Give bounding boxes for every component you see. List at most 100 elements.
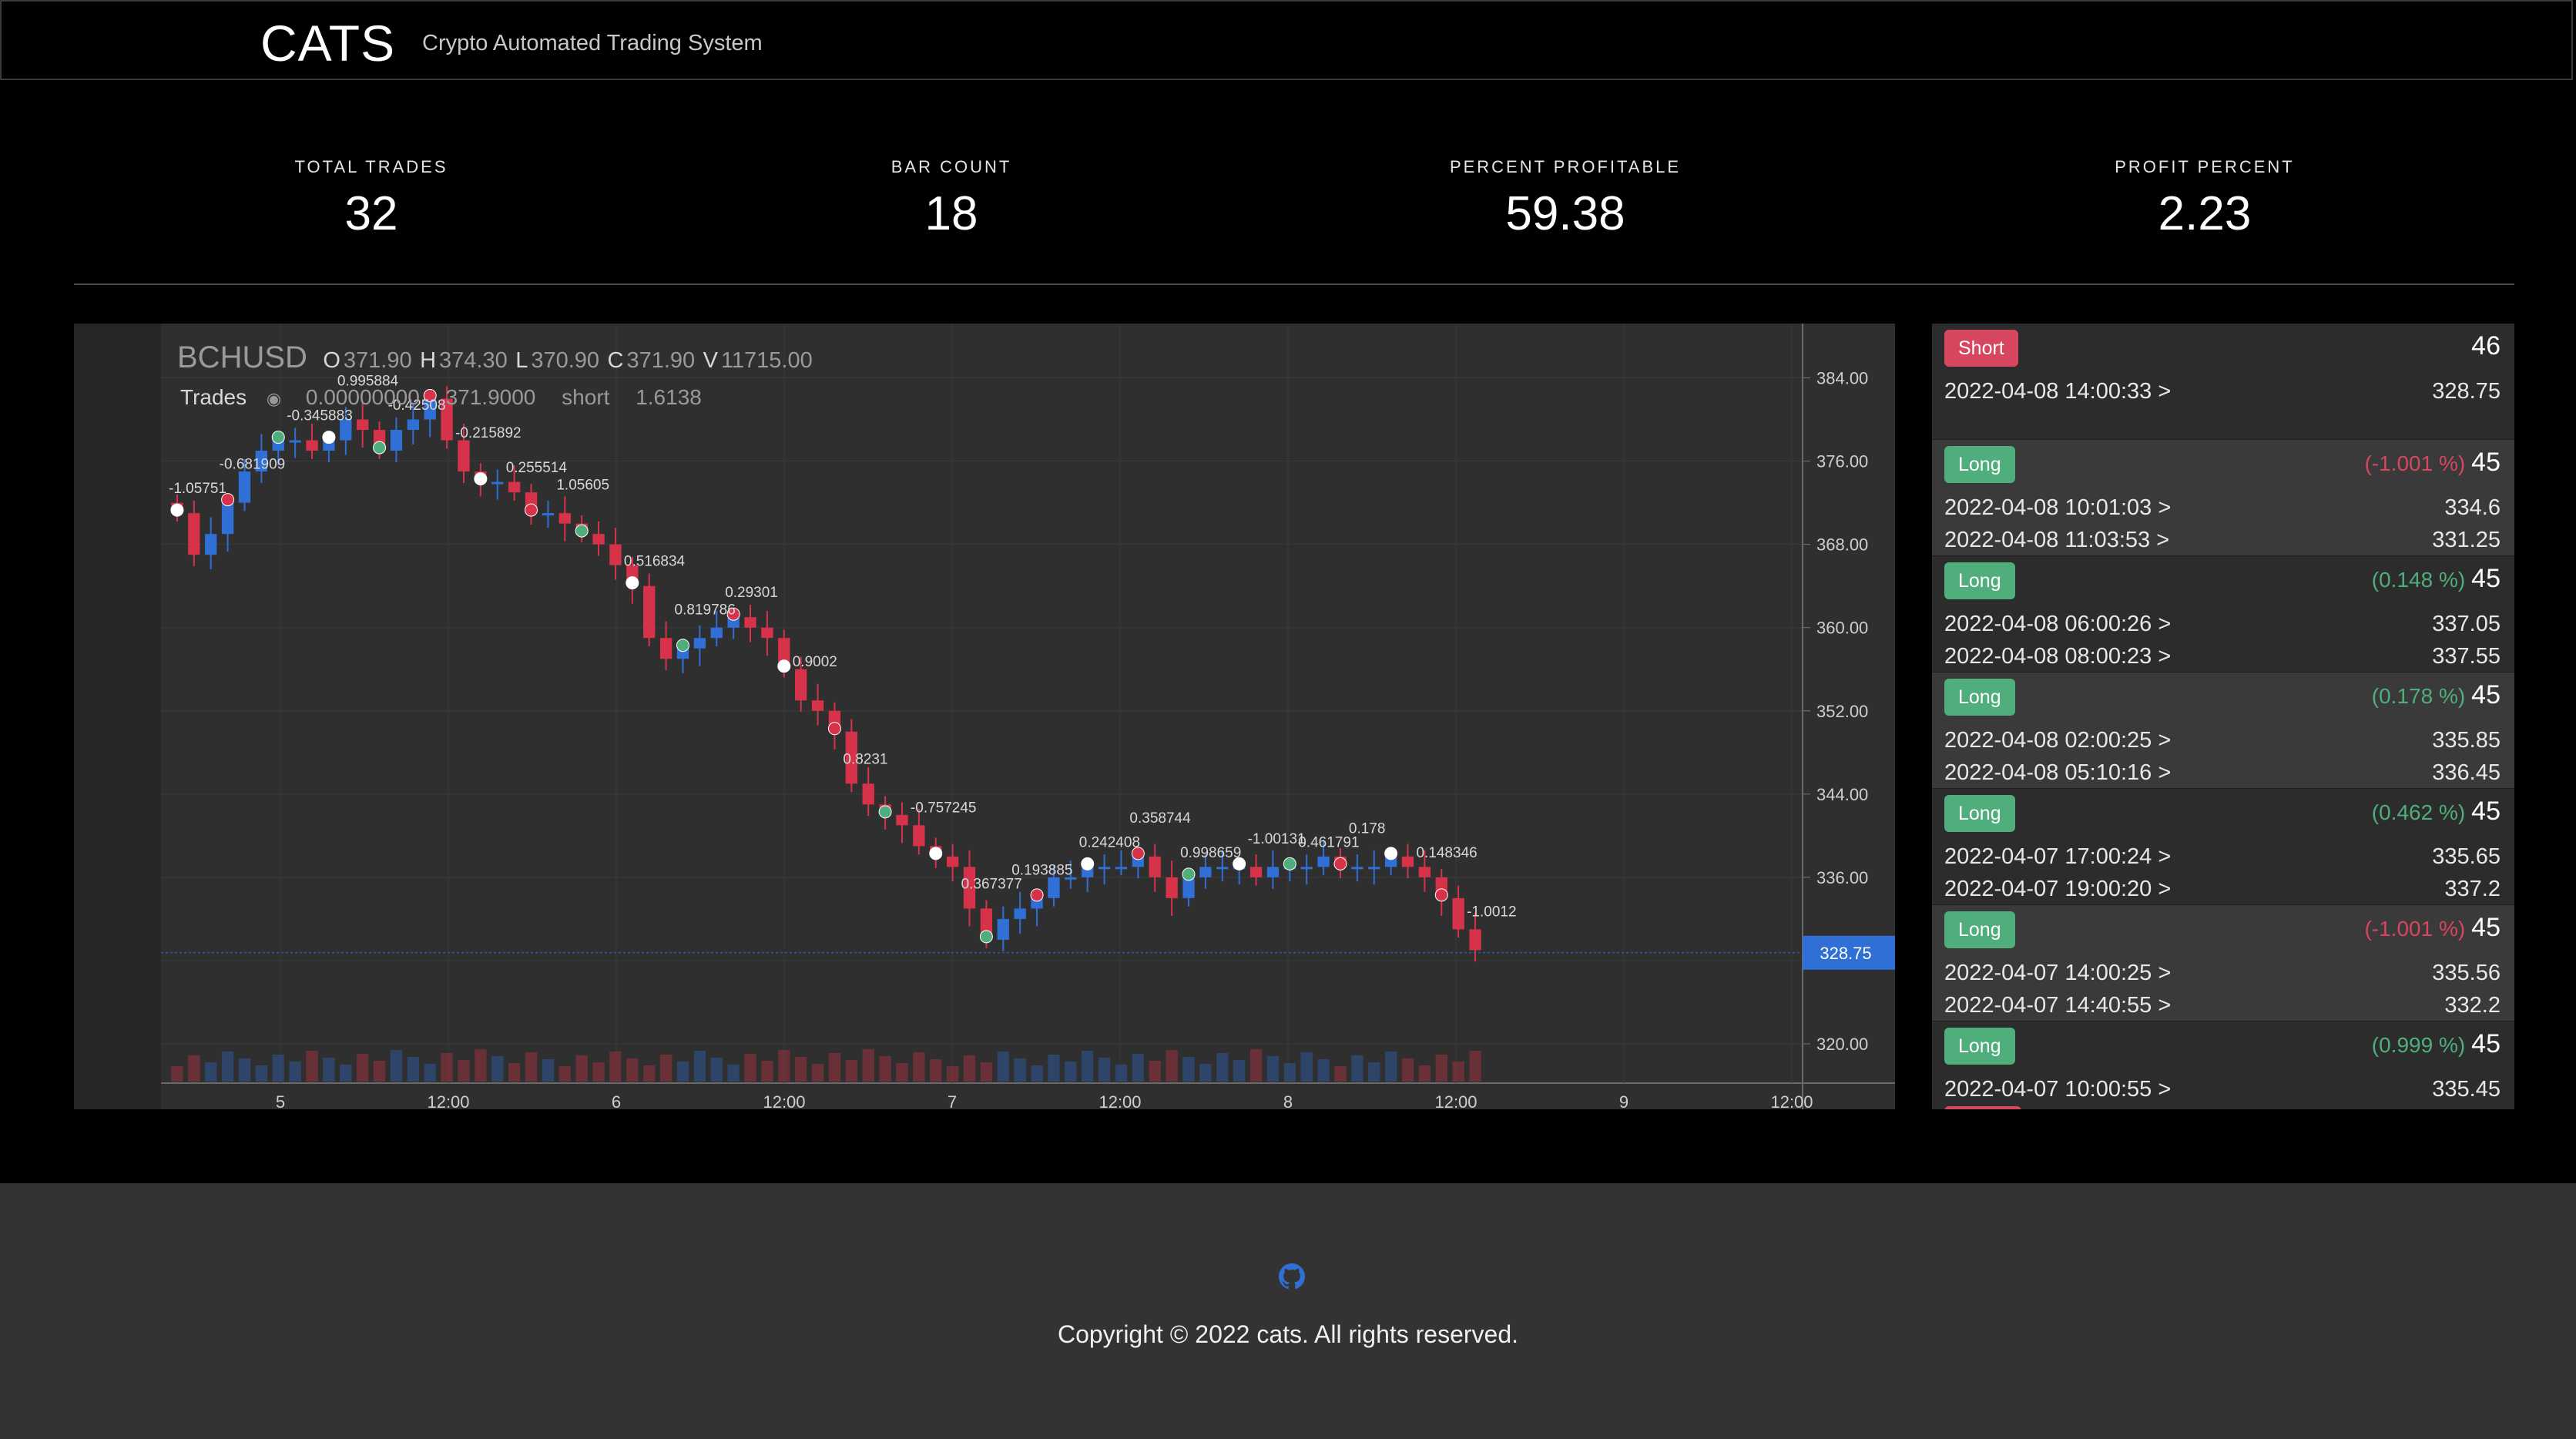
trade-exit-time: 2022-04-07 14:40:55 >	[1944, 993, 2172, 1018]
volume-bar	[171, 1066, 183, 1082]
trade-annotation: 0.193885	[1011, 862, 1072, 878]
volume-bar	[542, 1059, 555, 1082]
volume-bar	[1082, 1051, 1094, 1082]
trade-marker	[1182, 867, 1196, 881]
candle-body	[761, 627, 773, 639]
trade-entry-price: 334.6	[2444, 495, 2501, 520]
trade-profit-pct: (0.148 %)	[2371, 568, 2466, 592]
trade-entry-row[interactable]: 2022-04-07 14:00:25 > 335.56	[1944, 961, 2501, 986]
trade-entry-time: 2022-04-07 10:00:55 >	[1944, 1077, 2172, 1102]
trade-entry-row[interactable]: 2022-04-07 10:00:55 > 335.45	[1944, 1077, 2501, 1102]
volume-bar	[508, 1063, 521, 1082]
price-chart[interactable]: 384.00 376.00 368.00 360.00 352.00 344.00 336.…	[74, 324, 1895, 1109]
trade-card[interactable]: Long (0.148 %) 45 2022-04-08 06:00:26 > 337.…	[1932, 556, 2514, 673]
eye-icon[interactable]: ◉	[267, 389, 281, 408]
trade-card[interactable]: Long (-1.001 %) 45 2022-04-07 14:00:25 > 335…	[1932, 905, 2514, 1021]
trade-card[interactable]: Long (0.999 %) 45 2022-04-07 10:00:55 > 335.…	[1932, 1021, 2514, 1109]
volume-bar	[626, 1058, 639, 1082]
trade-entry-price: 335.85	[2432, 728, 2501, 753]
volume-bar	[255, 1065, 268, 1082]
trade-entry-time: 2022-04-08 14:00:33 >	[1944, 379, 2172, 404]
trade-card[interactable]: Long (0.462 %) 45 2022-04-07 17:00:24 > 335.…	[1932, 789, 2514, 905]
y-tick-label: 320.00	[1816, 1035, 1868, 1054]
volume-bar	[1317, 1059, 1330, 1082]
trade-marker	[626, 576, 639, 590]
trade-exit-time: 2022-04-08 11:03:53 >	[1944, 528, 2170, 552]
candle-body	[592, 534, 605, 545]
volume-bar	[1199, 1064, 1212, 1082]
footer: Copyright © 2022 cats. All rights reserv…	[0, 1183, 2576, 1439]
trade-side-badge: Long	[1944, 1028, 2015, 1065]
trade-exit-row[interactable]: 2022-04-07 14:40:55 > 332.2	[1944, 993, 2501, 1018]
candle-body	[1418, 867, 1431, 877]
volume-bar	[1098, 1058, 1111, 1082]
trade-exit-price: 332.2	[2444, 993, 2501, 1018]
candle-body	[896, 814, 908, 826]
trade-card[interactable]: Long (0.178 %) 45 2022-04-08 02:00:25 > 335.…	[1932, 673, 2514, 789]
trades-series-value: 371.9000	[445, 385, 536, 409]
candle-body	[946, 856, 959, 867]
volume-bar	[1249, 1049, 1263, 1082]
trade-list[interactable]: Short 46 2022-04-08 14:00:33 > 328.75 Long (-…	[1932, 324, 2514, 1109]
volume-bar	[1351, 1055, 1363, 1082]
trade-exit-row[interactable]: 2022-04-08 05:10:16 > 336.45	[1944, 760, 2501, 786]
trade-marker	[170, 503, 184, 517]
candle-body	[744, 617, 756, 628]
top-navbar: CATS Crypto Automated Trading System	[0, 0, 2573, 80]
candle-body	[306, 440, 318, 451]
volume-bar	[1384, 1052, 1397, 1082]
trade-annotation: 0.9002	[793, 654, 837, 670]
trade-exit-row[interactable]: 2022-04-07 19:00:20 > 337.2	[1944, 877, 2501, 902]
volume-bar	[592, 1062, 605, 1082]
volume-bar	[1166, 1050, 1178, 1082]
trade-marker	[1333, 857, 1347, 870]
trade-qty: (0.178 %) 45	[2372, 680, 2501, 710]
trade-annotation: 0.819786	[675, 602, 736, 619]
y-tick-label: 344.00	[1816, 785, 1868, 804]
trade-profit-pct: (0.999 %)	[2371, 1033, 2466, 1057]
trade-marker	[322, 431, 336, 444]
trade-exit-row[interactable]: 2022-04-08 11:03:53 > 331.25	[1944, 528, 2501, 553]
trade-profit-pct: (-1.001 %)	[2364, 451, 2466, 475]
trade-entry-row[interactable]: 2022-04-08 06:00:26 > 337.05	[1944, 612, 2501, 637]
trade-entry-row[interactable]: 2022-04-08 02:00:25 > 335.85	[1944, 728, 2501, 753]
trade-marker	[1384, 847, 1398, 860]
stat-bar-count: BAR COUNT 18	[759, 157, 1144, 241]
candle-body	[811, 700, 824, 711]
volume-bar	[693, 1051, 706, 1082]
trade-card[interactable]: Long (-1.001 %) 45 2022-04-08 10:01:03 > 334…	[1932, 440, 2514, 556]
trade-entry-row[interactable]: 2022-04-08 14:00:33 > 328.75	[1944, 379, 2501, 404]
trade-exit-price: 337.55	[2432, 644, 2501, 669]
candle-body	[1469, 929, 1481, 951]
ohlc-high: H 374.30	[420, 348, 508, 373]
volume-bar	[306, 1051, 318, 1082]
trade-exit-row[interactable]: 2022-04-08 08:00:23 > 337.55	[1944, 644, 2501, 669]
candle-body	[238, 471, 251, 503]
candle-body	[1452, 897, 1464, 930]
trade-annotation: 0.178	[1349, 820, 1386, 837]
trade-entry-row[interactable]: 2022-04-07 17:00:24 > 335.65	[1944, 844, 2501, 870]
trade-entry-row[interactable]: 2022-04-08 10:01:03 > 334.6	[1944, 495, 2501, 521]
trade-exit-time: 2022-04-08 08:00:23 >	[1944, 644, 2172, 669]
trades-series-value: 1.6138	[636, 385, 702, 409]
volume-bar	[1014, 1058, 1026, 1082]
github-icon[interactable]	[1279, 1263, 1305, 1293]
trade-annotation: -0.345883	[287, 408, 353, 424]
trade-annotation: 0.148346	[1416, 845, 1477, 861]
trade-qty: (0.148 %) 45	[2372, 564, 2501, 594]
volume-bar	[1300, 1052, 1313, 1082]
volume-bar	[676, 1062, 689, 1082]
stat-profit-percent: PROFIT PERCENT 2.23	[2012, 157, 2397, 241]
trade-qty-value: 45	[2471, 913, 2501, 942]
volume-bar	[1334, 1066, 1347, 1082]
trade-card[interactable]: Short 46 2022-04-08 14:00:33 > 328.75	[1932, 324, 2514, 440]
x-tick-label: 7	[948, 1092, 957, 1109]
chart-canvas[interactable]: 384.00 376.00 368.00 360.00 352.00 344.00 336.…	[74, 324, 1895, 1109]
candle-body	[1166, 877, 1178, 898]
trade-marker	[575, 524, 589, 538]
trade-profit-pct: (0.178 %)	[2371, 684, 2466, 708]
volume-bar	[491, 1056, 504, 1082]
chart-left-margin	[74, 324, 161, 1109]
stat-percent-profitable: PERCENT PROFITABLE 59.38	[1373, 157, 1758, 241]
brand-logo[interactable]: CATS	[260, 14, 395, 72]
